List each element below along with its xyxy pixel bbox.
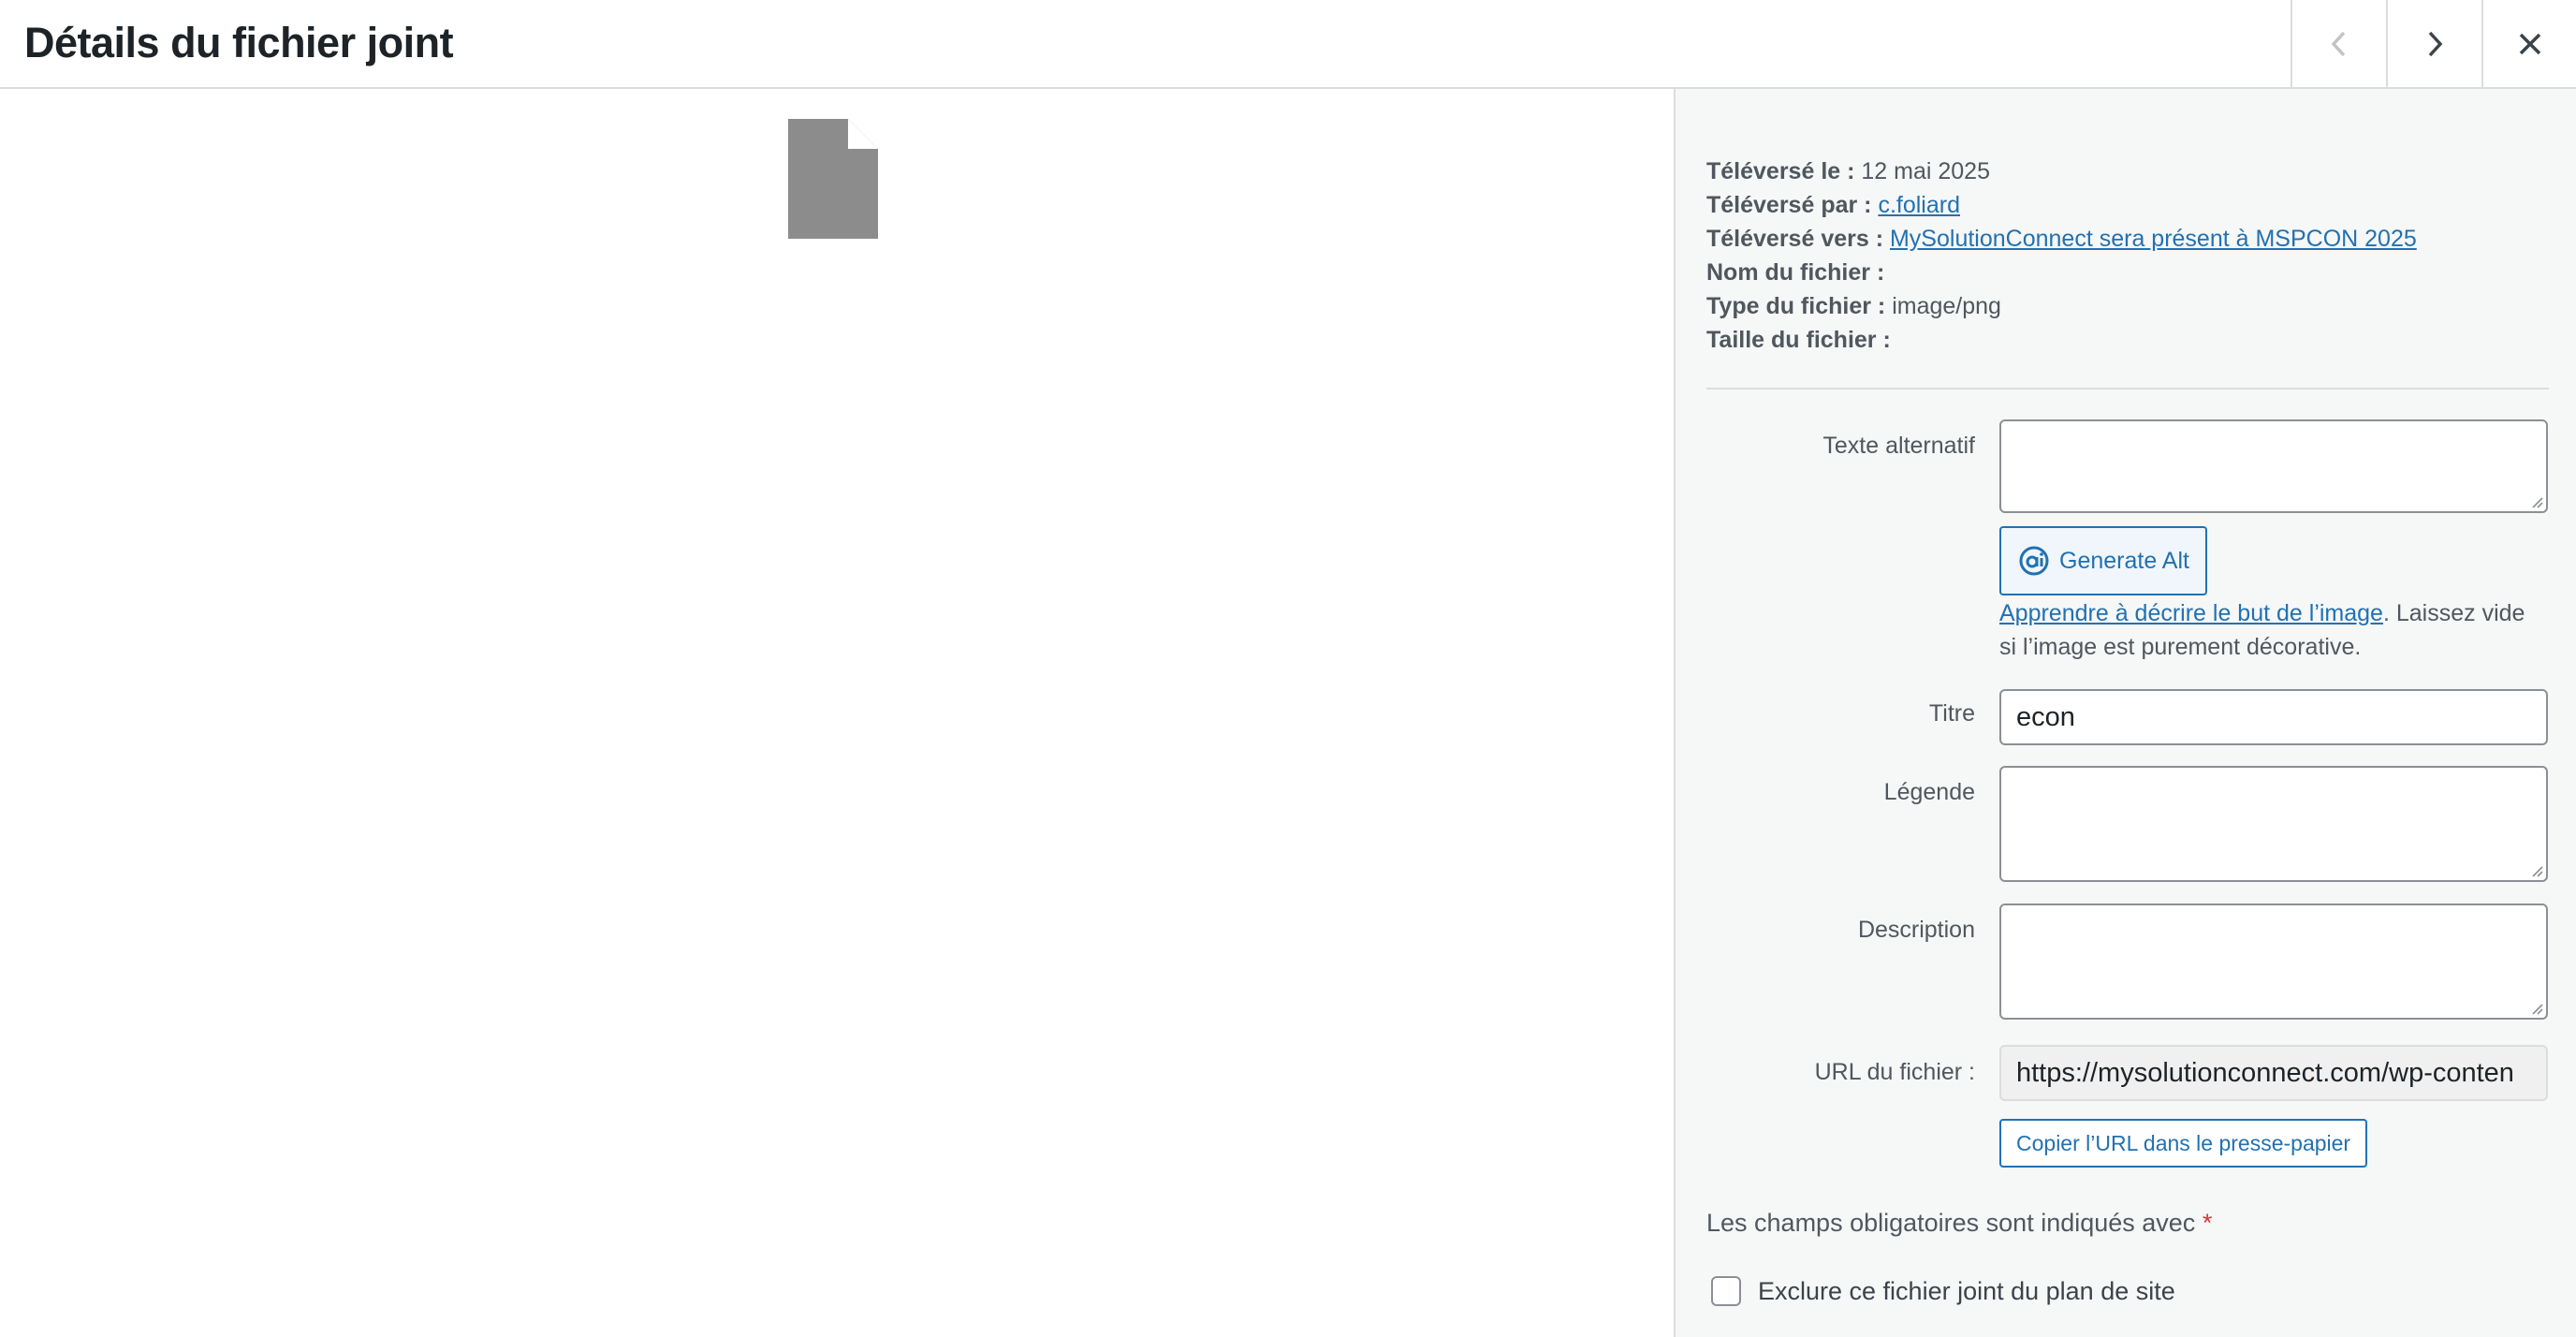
resize-handle-icon[interactable] [2530,864,2543,877]
alt-help-link[interactable]: Apprendre à décrire le but de l’image [1999,600,2383,626]
caption-field[interactable] [1999,766,2548,882]
resize-handle-icon[interactable] [2530,495,2543,508]
title-input-value: econ [2016,701,2075,732]
copy-url-button[interactable]: Copier l’URL dans le presse-papier [1999,1119,2368,1168]
attachment-preview [0,89,1674,1337]
divider [1706,388,2549,389]
file-info: Téléversé le : 12 mai 2025 Téléversé par… [1706,154,2549,357]
uploaded-by-label: Téléversé par : [1706,192,1872,218]
uploaded-to-link[interactable]: MySolutionConnect sera présent à MSPCON … [1890,226,2417,252]
file-size-label: Taille du fichier : [1706,327,1891,353]
chevron-left-icon [2331,31,2346,56]
attachment-details-sidebar: Téléversé le : 12 mai 2025 Téléversé par… [1674,89,2576,1337]
required-text: Les champs obligatoires sont indiqués av… [1706,1209,2196,1237]
file-type-value: image/png [1892,293,2001,319]
uploaded-by: Téléversé par : c.foliard [1706,188,2549,222]
file-url-value: https://mysolutionconnect.com/wp-conten [2016,1057,2514,1088]
previous-button[interactable] [2291,0,2386,87]
next-button[interactable] [2386,0,2481,87]
file-name-label: Nom du fichier : [1706,259,1885,286]
uploaded-on-label: Téléversé le : [1706,158,1855,184]
uploaded-on: Téléversé le : 12 mai 2025 [1706,154,2549,188]
file-name: Nom du fichier : [1706,256,2549,289]
exclude-sitemap-checkbox[interactable] [1711,1276,1741,1306]
title-label: Titre [1928,700,1975,727]
file-url-input[interactable]: https://mysolutionconnect.com/wp-conten [1999,1045,2548,1101]
caption-label: Légende [1883,779,1975,805]
alt-text-label: Texte alternatif [1822,433,1975,459]
document-icon [788,119,878,239]
required-star: * [2202,1209,2213,1237]
exclude-sitemap-label[interactable]: Exclure ce fichier joint du plan de site [1758,1277,2175,1306]
uploaded-by-link[interactable]: c.foliard [1878,192,1960,218]
close-button[interactable] [2481,0,2576,87]
file-type: Type du fichier : image/png [1706,289,2549,323]
description-field[interactable] [1999,904,2548,1020]
file-type-label: Type du fichier : [1706,293,1886,319]
required-fields-note: Les champs obligatoires sont indiqués av… [1706,1209,2212,1238]
modal-header: Détails du fichier joint [0,0,2576,89]
resize-handle-icon[interactable] [2530,1002,2543,1015]
exclude-sitemap-option[interactable]: Exclure ce fichier joint du plan de site [1711,1276,2175,1306]
uploaded-to-label: Téléversé vers : [1706,226,1884,252]
generate-alt-button[interactable]: Generate Alt [1999,526,2207,595]
alt-text-field[interactable] [1999,419,2548,513]
generate-alt-label: Generate Alt [2059,547,2189,574]
uploaded-to: Téléversé vers : MySolutionConnect sera … [1706,222,2549,256]
url-label: URL du fichier : [1814,1059,1975,1085]
alt-help-text: Apprendre à décrire le but de l’image. L… [1999,596,2548,664]
description-label: Description [1857,917,1975,943]
title-input[interactable]: econ [1999,689,2548,745]
chevron-right-icon [2428,31,2443,56]
uploaded-on-value: 12 mai 2025 [1861,158,1990,184]
close-icon [2519,33,2540,54]
ai-icon [2019,546,2049,576]
file-size: Taille du fichier : [1706,323,2549,357]
page-title: Détails du fichier joint [24,19,454,66]
